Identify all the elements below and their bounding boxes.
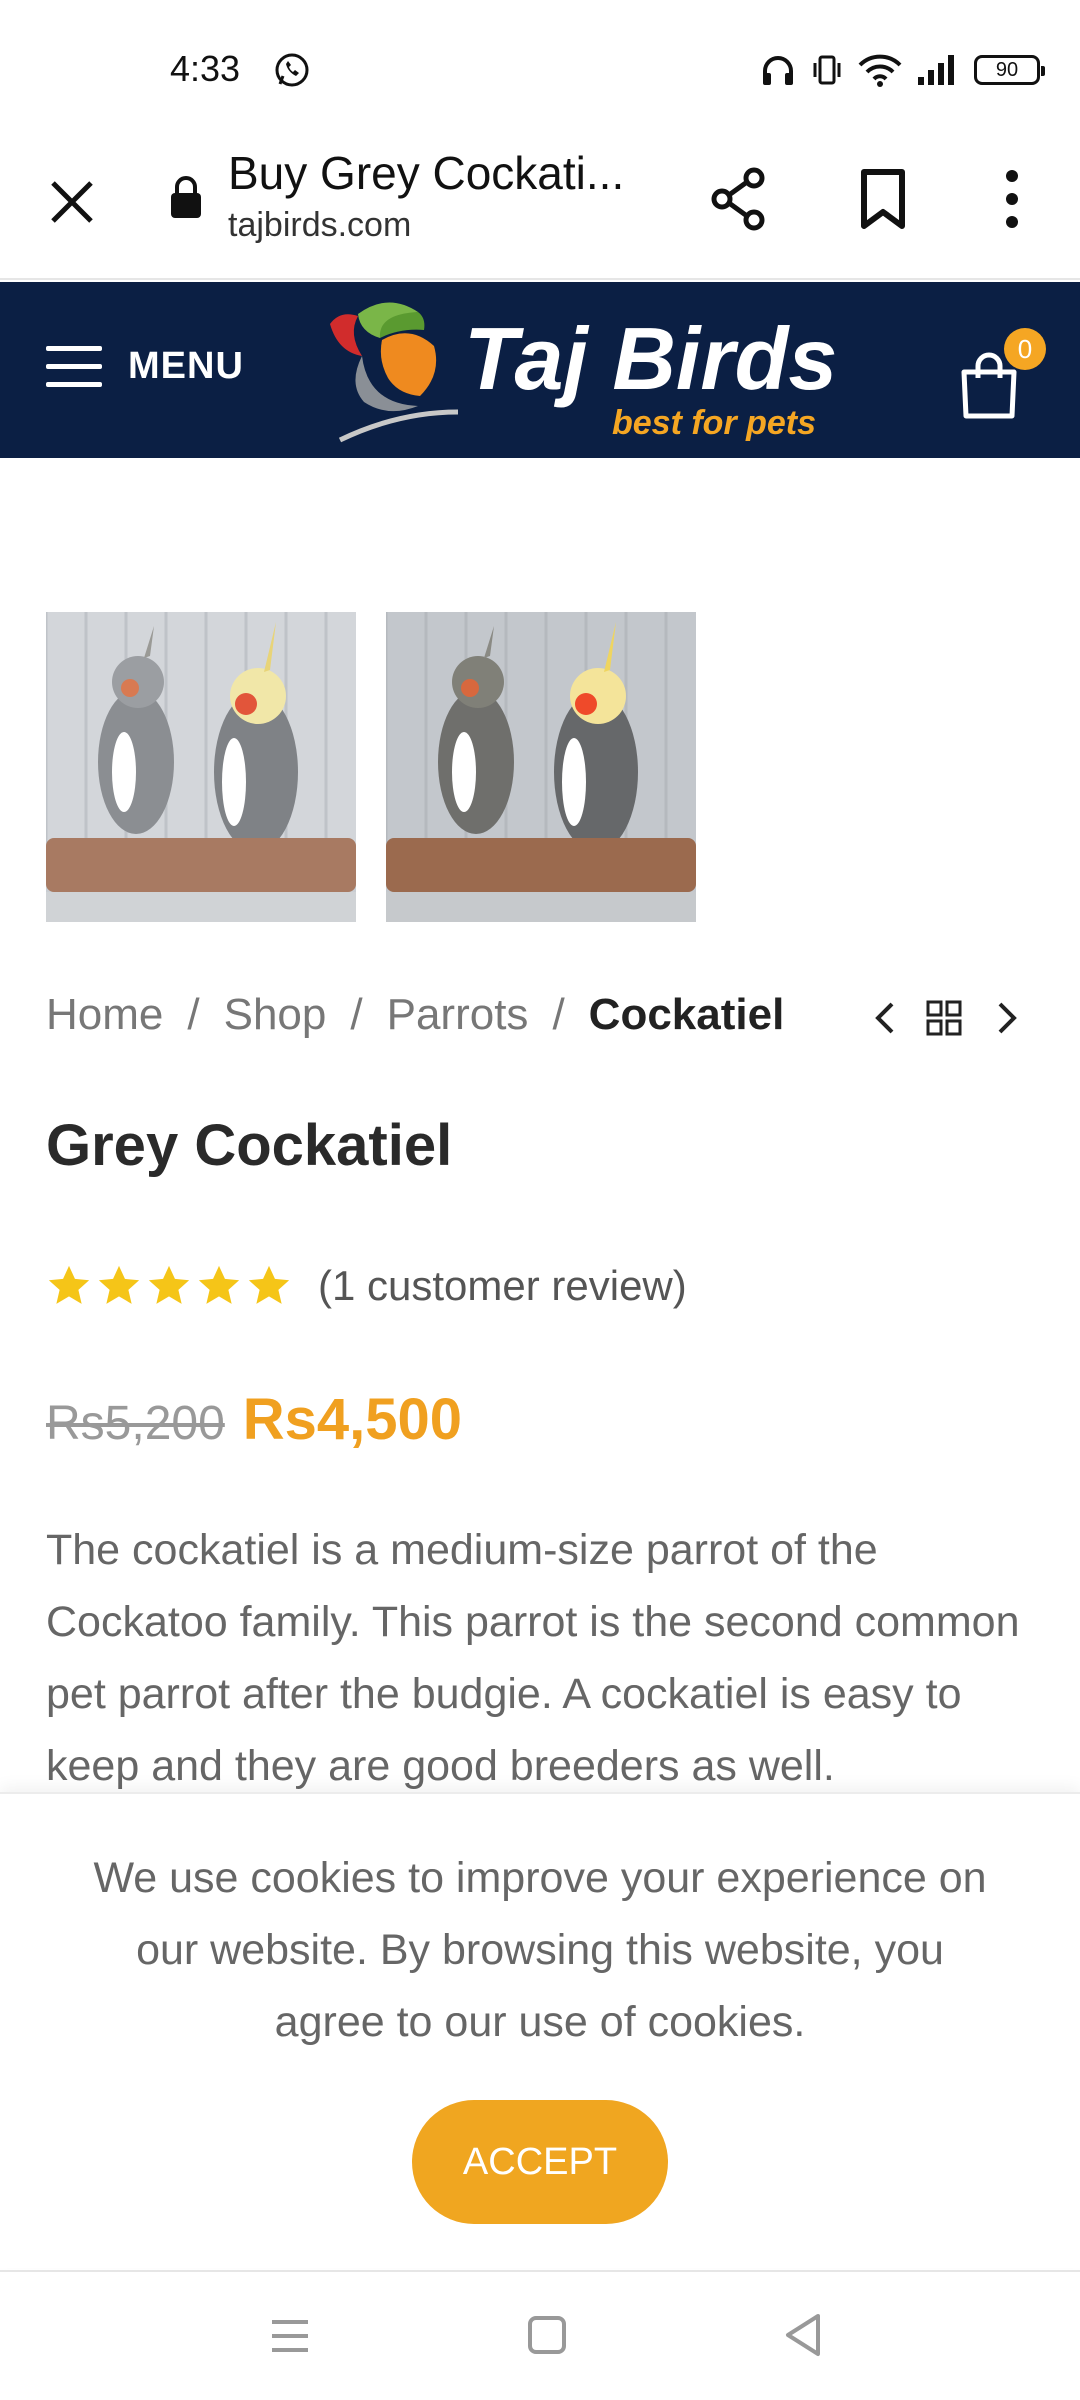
cookie-message: We use cookies to improve your experienc… (93, 1854, 987, 2046)
whatsapp-icon (275, 53, 309, 87)
product-title: Grey Cockatiel (46, 1113, 453, 1178)
cookie-banner: We use cookies to improve your experienc… (0, 1792, 1080, 2268)
review-count-link[interactable]: (1 customer review) (318, 1262, 687, 1310)
back-icon[interactable] (782, 2312, 824, 2358)
price-old: Rs5,200 (46, 1397, 225, 1450)
breadcrumb-separator: / (552, 990, 565, 1039)
product-rating: (1 customer review) (46, 1262, 687, 1310)
status-icons: 90 (760, 50, 1045, 90)
cart-button[interactable]: 0 (958, 328, 1048, 424)
battery-icon: 90 (974, 55, 1045, 85)
signal-icon (918, 55, 954, 85)
menu-button[interactable]: MENU (46, 344, 244, 388)
price-new: Rs4,500 (242, 1387, 463, 1452)
site-logo[interactable]: Taj Birds best for pets (318, 294, 837, 450)
accept-cookies-button[interactable]: ACCEPT (412, 2100, 668, 2224)
chevron-left-icon[interactable] (866, 998, 906, 1038)
cockatiel-photo (386, 612, 696, 922)
close-tab-button[interactable] (40, 170, 104, 234)
star-icon (98, 1265, 140, 1304)
product-thumbnail-1[interactable] (46, 612, 356, 922)
bookmark-icon[interactable] (850, 164, 916, 234)
star-icon (48, 1265, 90, 1304)
share-icon[interactable] (704, 164, 774, 234)
product-thumbnail-2[interactable] (386, 612, 696, 922)
site-header: MENU Taj Birds best for pets 0 (0, 282, 1080, 458)
product-description: The cockatiel is a medium-size parrot of… (46, 1526, 1020, 1790)
vibrate-icon (813, 55, 841, 85)
menu-label: MENU (128, 344, 244, 387)
breadcrumb-home[interactable]: Home (46, 990, 163, 1039)
browser-toolbar: Buy Grey Cockati... tajbirds.com (0, 140, 1080, 280)
logo-tagline: best for pets (612, 404, 817, 442)
star-icon (148, 1265, 190, 1304)
page-title[interactable]: Buy Grey Cockati... (228, 146, 624, 200)
cockatiel-photo (46, 612, 356, 922)
status-time: 4:33 (170, 48, 241, 89)
wifi-icon (858, 54, 902, 87)
parrot-logo-icon (330, 302, 459, 443)
breadcrumb-parrots[interactable]: Parrots (387, 990, 529, 1039)
breadcrumb-current: Cockatiel (588, 990, 785, 1039)
system-navigation-bar (0, 2270, 1080, 2400)
cart-count-badge: 0 (1004, 328, 1046, 370)
breadcrumb-shop[interactable]: Shop (224, 990, 327, 1039)
price-row: Rs5,200 Rs4,500 (46, 1386, 462, 1453)
home-icon[interactable] (526, 2314, 568, 2356)
more-vert-icon[interactable] (990, 164, 1034, 234)
lock-icon (171, 176, 201, 218)
chevron-right-icon[interactable] (986, 998, 1026, 1038)
breadcrumb: Home / Shop / Parrots / Cockatiel (46, 990, 784, 1040)
url-text[interactable]: tajbirds.com (228, 206, 411, 245)
hamburger-icon (46, 344, 102, 388)
breadcrumb-separator: / (187, 990, 200, 1039)
recent-apps-icon[interactable] (268, 2316, 312, 2356)
headphones-icon (763, 56, 793, 85)
grid-icon[interactable] (924, 998, 964, 1038)
star-icon (248, 1265, 290, 1304)
star-rating (46, 1263, 292, 1309)
close-icon (51, 181, 93, 223)
logo-name: Taj Birds (464, 309, 838, 408)
star-icon (198, 1265, 240, 1304)
breadcrumb-separator: / (350, 990, 363, 1039)
status-bar: 4:33 90 (0, 0, 1080, 140)
